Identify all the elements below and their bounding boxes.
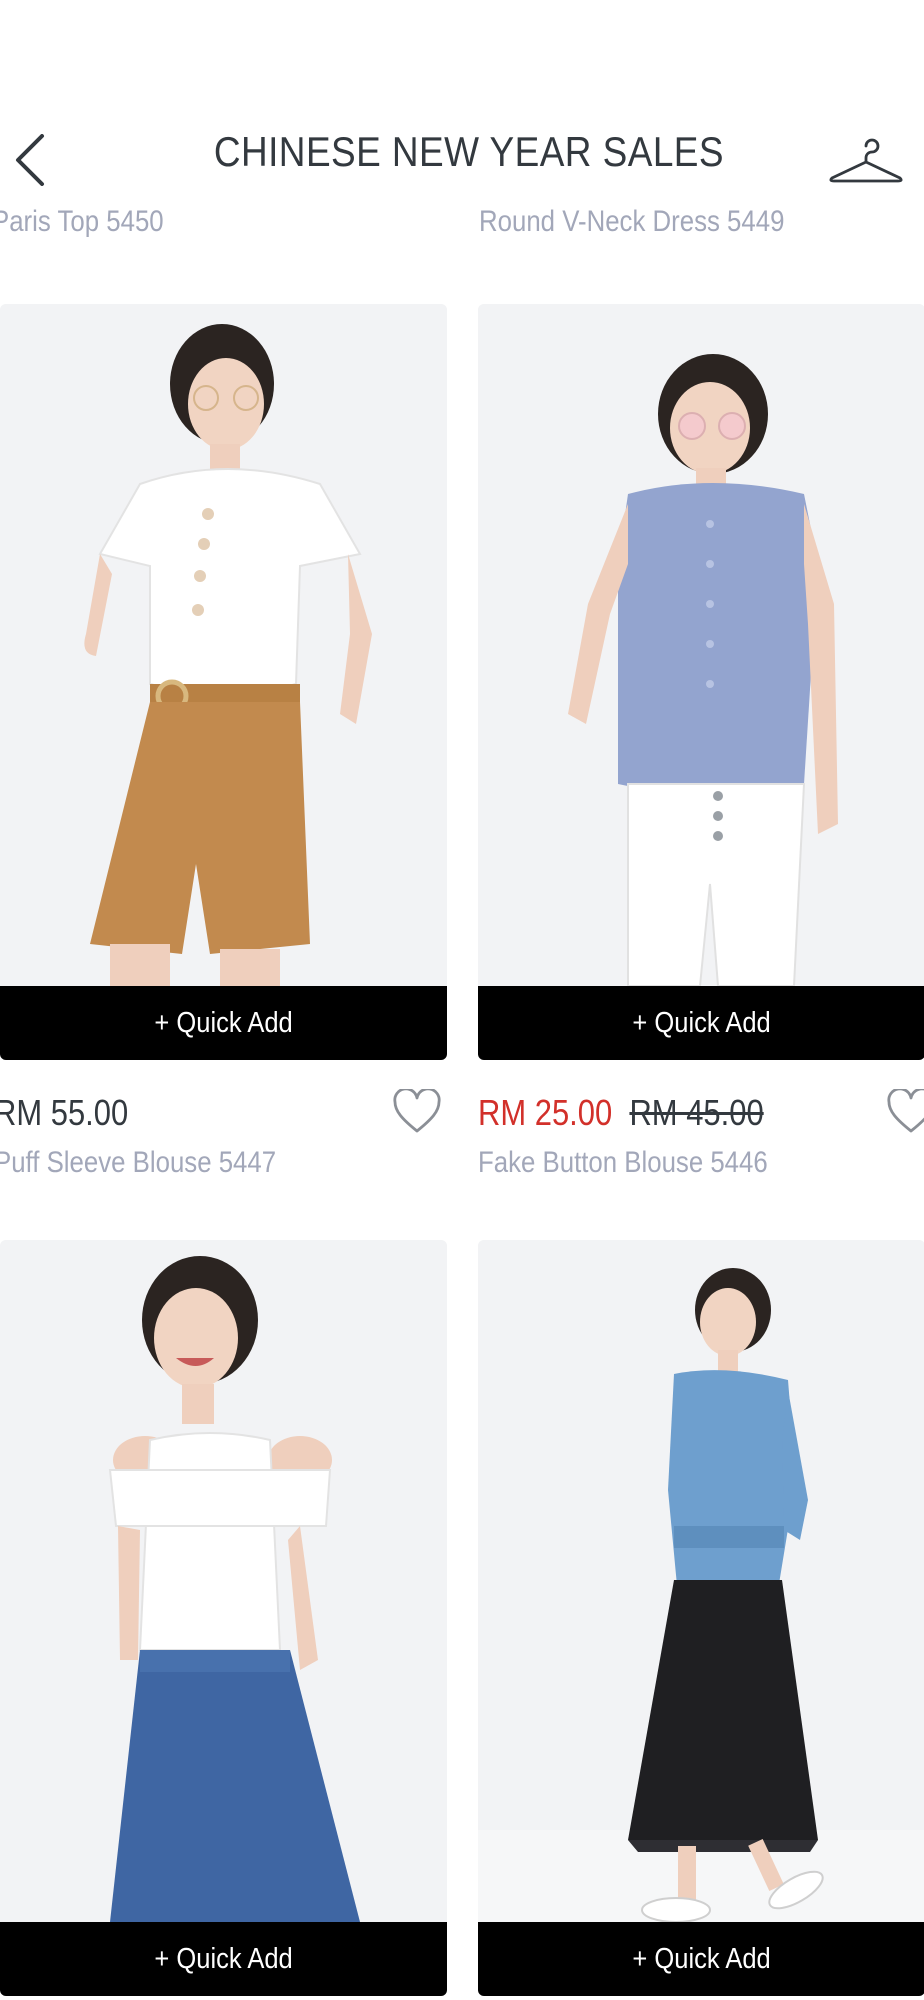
header: CHINESE NEW YEAR SALES	[0, 100, 924, 220]
wishlist-button[interactable]	[883, 1084, 924, 1140]
model-photo	[0, 304, 447, 986]
hanger-icon	[829, 138, 903, 183]
price-row: RM 55.00	[0, 1084, 447, 1140]
quick-add-button[interactable]: + Quick Add	[478, 986, 924, 1060]
model-photo	[478, 304, 924, 986]
original-price: RM 45.00	[629, 1092, 764, 1133]
product-name[interactable]: Round V-Neck Dress 5449	[479, 205, 784, 239]
sale-price: RM 25.00	[478, 1092, 613, 1133]
heart-icon	[887, 1089, 924, 1133]
price: RM 25.00 RM 45.00	[478, 1092, 764, 1134]
chevron-left-icon	[16, 134, 44, 186]
model-photo	[0, 1240, 447, 1922]
product-name[interactable]: Paris Top 5450	[0, 205, 164, 239]
previous-row-names: Paris Top 5450 Round V-Neck Dress 5449	[0, 205, 924, 245]
quick-add-button[interactable]: + Quick Add	[478, 1922, 924, 1996]
product-name[interactable]: Fake Button Blouse 5446	[478, 1146, 768, 1180]
product-name[interactable]: Puff Sleeve Blouse 5447	[0, 1146, 276, 1180]
wardrobe-button[interactable]	[826, 130, 906, 190]
wishlist-button[interactable]	[389, 1084, 445, 1140]
product-image[interactable]	[478, 304, 924, 986]
price: RM 55.00	[0, 1092, 128, 1134]
product-listing-page: CHINESE NEW YEAR SALES Paris Top 5450 Ro…	[0, 0, 924, 2000]
product-image[interactable]	[0, 304, 447, 986]
heart-icon	[393, 1089, 441, 1133]
product-image[interactable]	[0, 1240, 447, 1922]
price-row: RM 25.00 RM 45.00	[478, 1084, 924, 1140]
product-card[interactable]: + Quick Add	[0, 1240, 447, 2000]
back-button[interactable]	[0, 130, 60, 190]
product-card[interactable]: + Quick Add	[478, 1240, 924, 2000]
quick-add-button[interactable]: + Quick Add	[0, 1922, 447, 1996]
quick-add-button[interactable]: + Quick Add	[0, 986, 447, 1060]
current-price: RM 55.00	[0, 1092, 129, 1133]
product-card[interactable]: + Quick Add RM 25.00 RM 45.00 Fake Butto…	[478, 304, 924, 1184]
page-title: CHINESE NEW YEAR SALES	[213, 128, 725, 175]
product-card[interactable]: + Quick Add RM 55.00 Puff Sleeve Blouse …	[0, 304, 447, 1184]
product-image[interactable]	[478, 1240, 924, 1922]
model-photo	[478, 1240, 924, 1922]
